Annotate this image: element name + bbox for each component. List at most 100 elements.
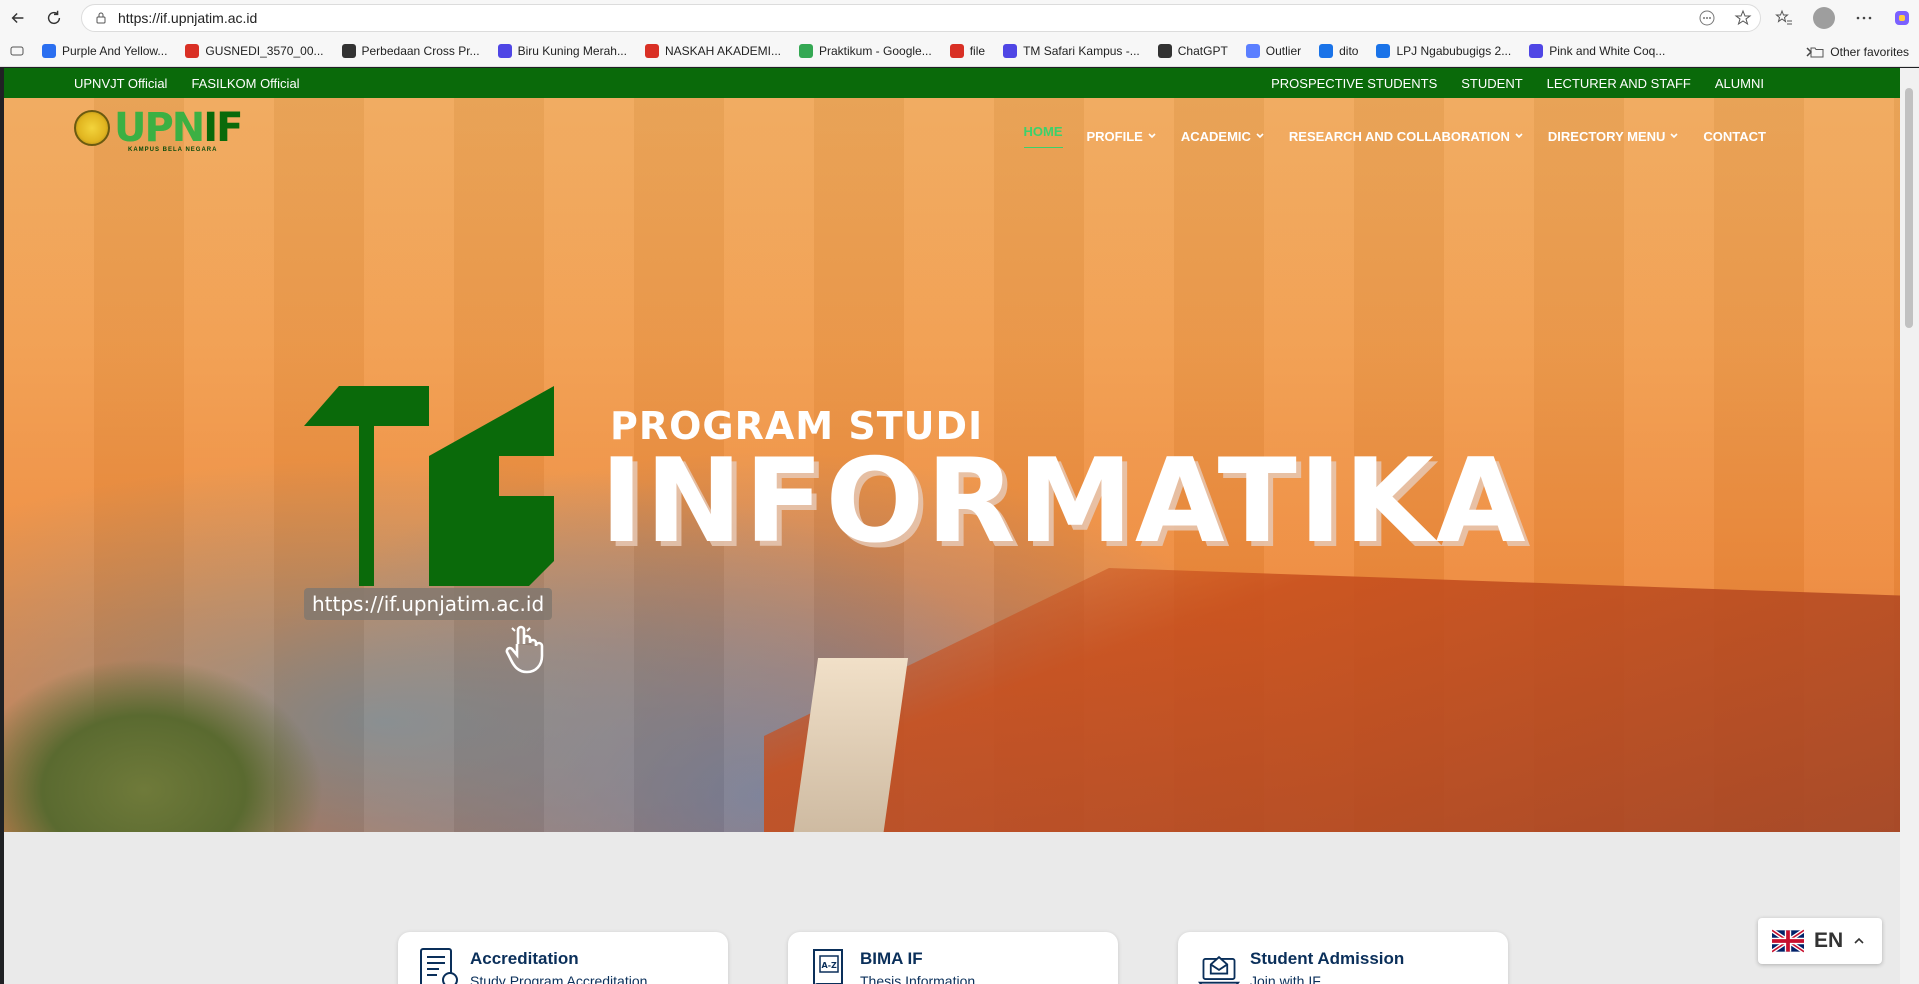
favorites-icon[interactable] [1775,9,1793,27]
tree-decoration [4,658,324,832]
back-arrow-icon [11,12,24,24]
address-bar[interactable]: https://if.upnjatim.ac.id [81,4,1761,32]
nav-item-academic[interactable]: ACADEMIC [1181,124,1265,148]
bookmark-item[interactable]: ChatGPT [1149,36,1237,67]
bookmark-item[interactable]: file [941,36,994,67]
nav-item-label: PROFILE [1086,128,1143,144]
bookmark-item[interactable]: NASKAH AKADEMI... [636,36,790,67]
chevron-down-icon [1148,133,1156,139]
bookmark-item[interactable]: TM Safari Kampus -... [994,36,1149,67]
topbar-link[interactable]: LECTURER AND STAFF [1547,76,1691,91]
web-page: UPNVJT Official FASILKOM Official PROSPEC… [4,68,1900,984]
reload-icon [47,10,61,25]
back-button[interactable] [0,0,36,36]
nav-item-label: HOME [1023,124,1063,139]
nav-item-label: ACADEMIC [1180,128,1251,144]
bookmark-favicon-icon [1529,44,1544,58]
bookmark-item[interactable]: GUSNEDI_3570_00... [176,36,332,67]
card-student-admission[interactable]: Student Admission Join with IF [1178,932,1508,984]
bookmark-favicon-icon [1157,44,1172,58]
bookmark-item[interactable]: dito [1310,36,1367,67]
language-code: EN [1814,929,1844,952]
logo-tagline: KAMPUS BELA NEGARA [128,147,218,153]
site-navigation: UPNIF KAMPUS BELA NEGARA HOME PROFILE ACAD… [4,98,1900,170]
topbar-link[interactable]: ALUMNI [1715,76,1764,91]
card-title: BIMA IF [860,949,923,968]
more-info-icon[interactable] [1698,9,1716,27]
link-url-tooltip: https://if.upnjatim.ac.id [304,588,553,620]
bookmark-label: Outlier [1265,44,1302,58]
url-text: https://if.upnjatim.ac.id [118,10,258,26]
nav-item-profile[interactable]: PROFILE [1087,124,1157,148]
bookmark-favicon-icon [644,44,659,58]
card-description: Join with IF [1250,973,1321,984]
bookmark-label: Biru Kuning Merah... [517,44,627,58]
scrollbar-thumb[interactable] [1905,88,1913,328]
hand-pointer-icon [505,625,544,674]
bookmark-favicon-icon [1319,44,1334,58]
bookmark-item[interactable]: Praktikum - Google... [790,36,941,67]
bookmark-label: ChatGPT [1177,44,1228,58]
profile-avatar[interactable] [1813,7,1835,29]
quick-links-section: Accreditation Study Program Accreditatio… [4,832,1900,984]
certificate-icon [420,948,458,984]
bookmark-label: Purple And Yellow... [62,44,168,58]
nav-item-contact[interactable]: CONTACT [1703,124,1766,148]
bookmark-favicon-icon [799,44,813,58]
laptop-mail-icon [1198,955,1240,984]
page-scrollbar[interactable] [1900,68,1919,984]
chevron-down-icon [1256,133,1264,139]
hero-title: INFORMATIKA [600,434,1528,569]
bookmark-label: TM Safari Kampus -... [1023,44,1140,58]
topbar-link[interactable]: UPNVJT Official [74,76,167,91]
nav-item-home[interactable]: HOME [1023,124,1063,148]
nav-item-research-and-collaboration[interactable]: RESEARCH AND COLLABORATION [1289,124,1524,148]
other-favorites[interactable]: Other favorites [1810,36,1909,67]
bookmark-label: Praktikum - Google... [819,44,932,58]
card-accreditation[interactable]: Accreditation Study Program Accreditatio… [398,932,728,984]
language-switcher[interactable]: EN [1758,918,1882,964]
topbar-link[interactable]: FASILKOM Official [191,76,299,91]
chevron-up-icon [1854,937,1864,944]
bookmark-item[interactable]: Pink and White Coq... [1520,36,1674,67]
bookmark-item[interactable]: LPJ Ngabubugigs 2... [1367,36,1520,67]
bookmark-label: LPJ Ngabubugigs 2... [1396,44,1512,58]
svg-text:A-Z: A-Z [822,961,838,970]
card-title: Accreditation [470,949,579,968]
bookmark-favicon-icon [1245,44,1260,58]
star-icon[interactable] [1734,9,1752,27]
bookmark-label: GUSNEDI_3570_00... [205,44,324,58]
bookmark-item[interactable]: Outlier [1237,36,1310,67]
browser-toolbar: https://if.upnjatim.ac.id [0,0,1919,36]
card-description: Thesis Information [860,973,976,984]
bookmark-item[interactable]: Purple And Yellow... [33,36,176,67]
card-description: Study Program Accreditation [470,973,648,984]
folder-icon [1810,47,1824,57]
reload-button[interactable] [36,0,72,36]
bookmark-item[interactable]: Biru Kuning Merah... [489,36,636,67]
bookmark-item[interactable]: Perbedaan Cross Pr... [333,36,489,67]
bookmark-favicon-icon [341,44,356,58]
uk-flag-icon [1772,929,1804,953]
topbar-link[interactable]: PROSPECTIVE STUDENTS [1271,76,1437,91]
copilot-icon[interactable] [1893,9,1911,27]
chevron-down-icon [1670,133,1678,139]
card-bima-if[interactable]: A-Z BIMA IF Thesis Information [788,932,1118,984]
bookmark-favicon-icon [185,44,200,58]
bookmark-label: dito [1339,44,1359,58]
nav-item-directory-menu[interactable]: DIRECTORY MENU [1548,124,1680,148]
bookmark-favicon-icon [949,44,964,58]
university-seal-icon [74,110,110,146]
main-menu: HOME PROFILE ACADEMIC RESEARCH AND COLLABOR… [1023,124,1766,148]
bookmark-favicon-icon [42,44,56,58]
bookmark-favicon-icon [497,44,512,58]
site-info-icon[interactable] [94,11,108,25]
more-menu-icon[interactable] [1855,9,1873,27]
site-logo[interactable]: UPNIF KAMPUS BELA NEGARA [74,108,244,153]
other-favorites-label: Other favorites [1830,44,1909,59]
topbar-link[interactable]: STUDENT [1461,76,1522,91]
top-utility-bar: UPNVJT Official FASILKOM Official PROSPEC… [4,68,1900,98]
nav-item-label: CONTACT [1703,128,1766,144]
collections-icon[interactable] [0,36,33,67]
book-az-icon: A-Z [813,949,843,984]
